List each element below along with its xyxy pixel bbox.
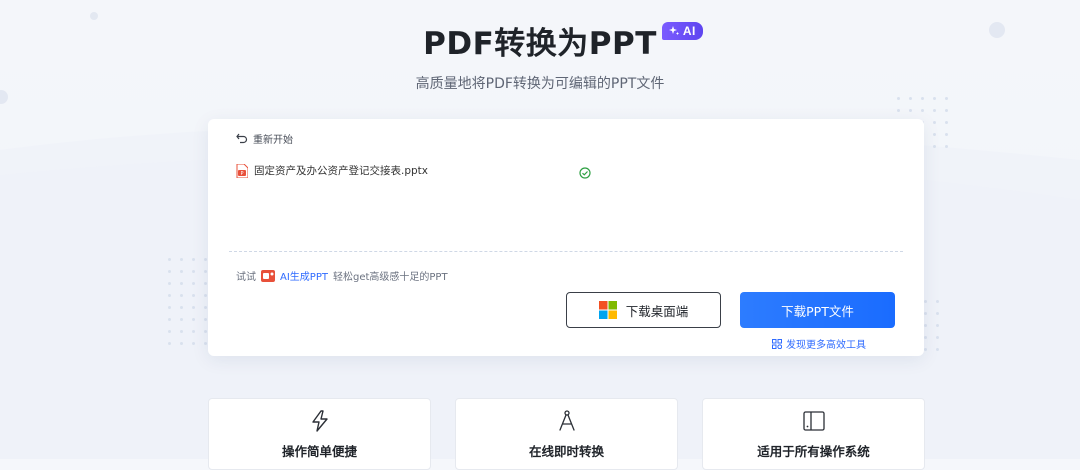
svg-text:P: P: [240, 171, 243, 177]
ai-ppt-icon: [261, 269, 275, 282]
download-desktop-button[interactable]: 下载桌面端: [566, 292, 721, 328]
windows-icon: [598, 301, 617, 319]
try-prefix: 试试: [236, 272, 256, 283]
decor-dot-grid: [168, 258, 207, 345]
sparkle-icon: [669, 26, 680, 35]
success-check-icon: [579, 164, 591, 183]
page-title-text: PDF转换为PPT: [423, 26, 657, 62]
feature-label: 在线即时转换: [528, 444, 604, 459]
file-item: P 固定资产及办公资产登记交接表.pptx: [236, 163, 596, 178]
feature-card-online: 在线即时转换: [455, 398, 678, 470]
more-tools-link[interactable]: 发现更多高效工具: [772, 336, 866, 351]
lightning-icon: [311, 410, 329, 436]
more-tools-label: 发现更多高效工具: [786, 340, 866, 351]
ai-badge-label: AI: [682, 24, 696, 38]
feature-label: 操作简单便捷: [281, 444, 357, 459]
file-name: 固定资产及办公资产登记交接表.pptx: [254, 165, 428, 177]
devices-icon: [802, 410, 825, 436]
download-desktop-label: 下载桌面端: [625, 303, 689, 319]
divider: [229, 251, 903, 252]
try-ai-bar: 试试 AI生成PPT 轻松get高级感十足的PPT: [236, 268, 448, 283]
ppt-file-icon: P: [236, 163, 248, 178]
converter-card: 重新开始 P 固定资产及办公资产登记交接表.pptx 试试 AI生成PPT 轻松…: [208, 119, 924, 356]
feature-label: 适用于所有操作系统: [757, 444, 870, 459]
download-ppt-button[interactable]: 下载PPT文件: [740, 292, 895, 328]
feature-card-cross-platform: 适用于所有操作系统: [702, 398, 925, 470]
compass-icon: [558, 410, 576, 436]
download-ppt-label: 下载PPT文件: [781, 303, 854, 319]
page-title: PDF转换为PPT AI: [423, 18, 703, 63]
restart-label: 重新开始: [253, 135, 293, 146]
page-subtitle: 高质量地将PDF转换为可编辑的PPT文件: [415, 76, 665, 92]
undo-icon: [236, 133, 248, 144]
restart-button[interactable]: 重新开始: [236, 131, 293, 146]
try-suffix: 轻松get高级感十足的PPT: [332, 272, 448, 283]
ai-ppt-link[interactable]: AI生成PPT: [280, 268, 328, 283]
tools-grid-icon: [772, 338, 782, 349]
feature-card-easy: 操作简单便捷: [208, 398, 431, 470]
title-row: PDF转换为PPT AI: [0, 18, 1080, 63]
ai-badge: AI: [662, 22, 703, 40]
